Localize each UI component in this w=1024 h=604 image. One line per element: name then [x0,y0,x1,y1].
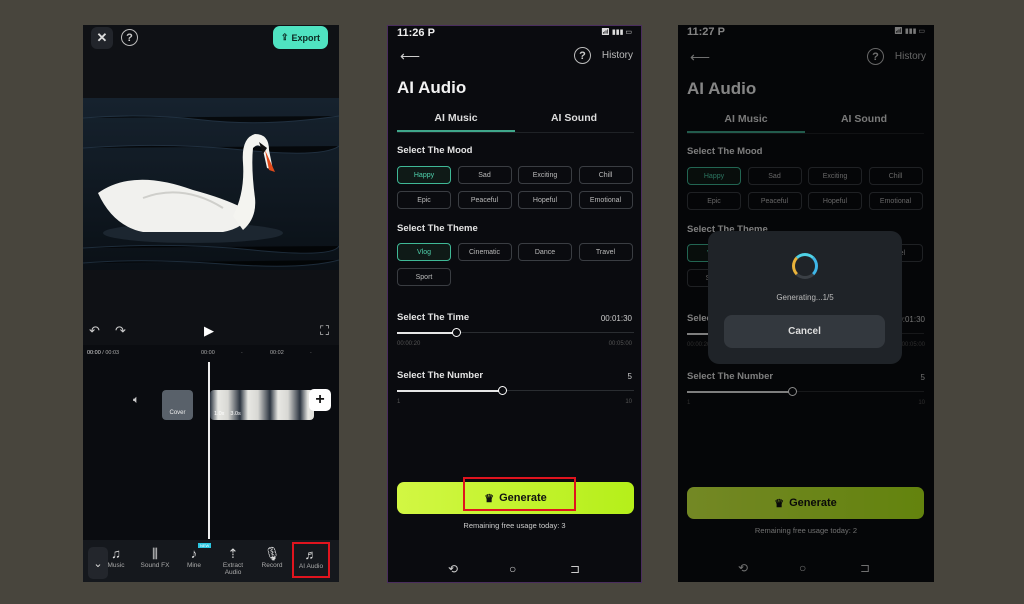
tool-label: Music [107,562,125,569]
mood-chip-exciting[interactable]: Exciting [518,166,572,184]
status-icons: 📶︎ ▮▮▮ ▭ [601,29,632,36]
upload-icon: ⇪ [280,32,289,42]
tool-sound-fx[interactable]: ⫼ Sound FX [136,546,174,569]
time-mark: · [241,350,243,356]
tool-record[interactable]: 🎙︎ Record [253,546,291,569]
tool-label: Mine [186,562,202,569]
export-label: Export [291,32,321,43]
tab-ai-sound[interactable]: AI Sound [515,112,633,124]
number-value: 5 [627,372,632,381]
video-clip[interactable]: 1.0x 3.0s [210,390,314,420]
tool-label: AI Audio [298,563,324,570]
tool-label: Sound FX [140,562,170,569]
time-mark: · [310,350,312,356]
mood-chip-hopeful[interactable]: Hopeful [518,191,572,209]
number-max: 10 [625,399,632,405]
help-icon[interactable]: ? [574,47,591,64]
fullscreen-icon[interactable]: ⛶ [320,323,329,339]
ai-audio-generating-screen: 11:27 P 📶︎ ▮▮▮ ▭ ⟵ ? History AI Audio AI… [678,25,934,582]
music-icon: ♫ [111,546,121,561]
ai-audio-icon: ♬ [304,547,318,562]
theme-chip-vlog[interactable]: Vlog [397,243,451,261]
clip-duration: 3.0s [230,411,241,417]
tool-ai-audio[interactable]: ♬ AI Audio [292,542,330,578]
remaining-usage: Remaining free usage today: 3 [463,521,566,530]
loading-spinner-icon [792,253,818,279]
current-time: 00:00 [87,350,101,356]
tool-extract-audio[interactable]: ⇡ Extract Audio [214,546,252,576]
add-clip-button[interactable]: + [309,389,331,411]
tab-divider [397,132,634,133]
close-button[interactable]: ✕ [91,27,113,49]
time-mark: 00:00 [201,350,215,356]
mood-chip-chill[interactable]: Chill [578,166,633,184]
microphone-icon: 🎙︎ [263,546,281,561]
time-slider[interactable] [397,328,634,337]
total-time: / 00:03 [102,350,120,356]
time-label: Select The Time [397,312,470,323]
page-title: AI Audio [397,78,467,97]
number-min: 1 [397,399,401,405]
mood-label: Select The Mood [397,145,473,156]
export-button[interactable]: ⇪ Export [273,26,328,49]
home-icon[interactable]: ○ [509,562,516,576]
history-link[interactable]: History [602,50,633,61]
clip-speed: 1.0x [214,411,225,417]
theme-chip-dance[interactable]: Dance [518,243,572,261]
back-nav-icon[interactable]: ⊐ [570,562,580,576]
tool-music[interactable]: ♫ Music [97,546,135,569]
mood-chip-happy[interactable]: Happy [397,166,451,184]
tab-ai-music[interactable]: AI Music [397,112,515,124]
number-slider-handle[interactable] [497,386,507,395]
ai-audio-screen: 11:26 P 📶︎ ▮▮▮ ▭ ⟵ ? History AI Audio AI… [387,25,642,583]
help-icon[interactable]: ? [121,29,138,46]
generating-dialog: Generating...1/5 Cancel [708,231,902,364]
mood-chip-sad[interactable]: Sad [457,166,512,184]
extract-audio-icon: ⇡ [227,546,239,561]
timeline[interactable]: 00:00 / 00:03 00:00 · 00:02 · 🔈︎ Cover 1… [83,345,339,540]
undo-icon[interactable]: ↶ [89,323,100,339]
time-value: 00:01:30 [600,314,632,323]
sound-fx-icon: ⫼ [152,546,158,561]
playhead[interactable] [208,362,210,539]
cover-thumbnail[interactable]: Cover [162,390,193,420]
new-badge: NEW [198,543,212,548]
number-slider[interactable] [397,386,634,395]
theme-chip-sport[interactable]: Sport [397,268,451,286]
time-min: 00:00:20 [397,341,421,347]
mood-chip-peaceful[interactable]: Peaceful [457,191,512,209]
swan-image [83,98,339,270]
recent-apps-icon[interactable]: ⟲ [448,562,458,576]
volume-icon[interactable]: 🔈︎ [133,394,140,407]
audio-toolbar: ⌄ ♫ Music ⫼ Sound FX ♪ Mine NEW ⇡ Extract Audio 🎙… [83,540,339,582]
time-max: 00:05:00 [608,341,632,347]
time-mark: 00:02 [270,350,284,356]
back-arrow-icon[interactable]: ⟵ [400,48,420,65]
active-tab-indicator [397,130,515,132]
theme-chip-travel[interactable]: Travel [578,243,633,261]
cancel-button[interactable]: Cancel [724,315,885,348]
theme-chip-cinematic[interactable]: Cinematic [457,243,512,261]
number-label: Select The Number [397,370,484,381]
status-time: 11:26 P [397,27,435,39]
tool-label: Record [261,562,283,569]
time-slider-handle[interactable] [451,328,461,337]
mood-chip-emotional[interactable]: Emotional [578,191,633,209]
video-editor-screen: ✕ ? ⇪ Export ↶ ↷ ▶ ⛶ 00:00 / 00:03 00:00 … [83,25,339,582]
redo-icon[interactable]: ↷ [115,323,126,339]
tool-mine[interactable]: ♪ Mine NEW [175,543,213,569]
tool-label: Extract Audio [222,562,244,576]
highlight-box [463,477,576,511]
mine-icon: ♪ [190,546,198,561]
theme-label: Select The Theme [397,223,478,234]
mood-chip-epic[interactable]: Epic [397,191,451,209]
play-icon[interactable]: ▶ [204,323,214,339]
video-preview[interactable] [83,98,339,270]
generating-status: Generating...1/5 [776,293,834,302]
